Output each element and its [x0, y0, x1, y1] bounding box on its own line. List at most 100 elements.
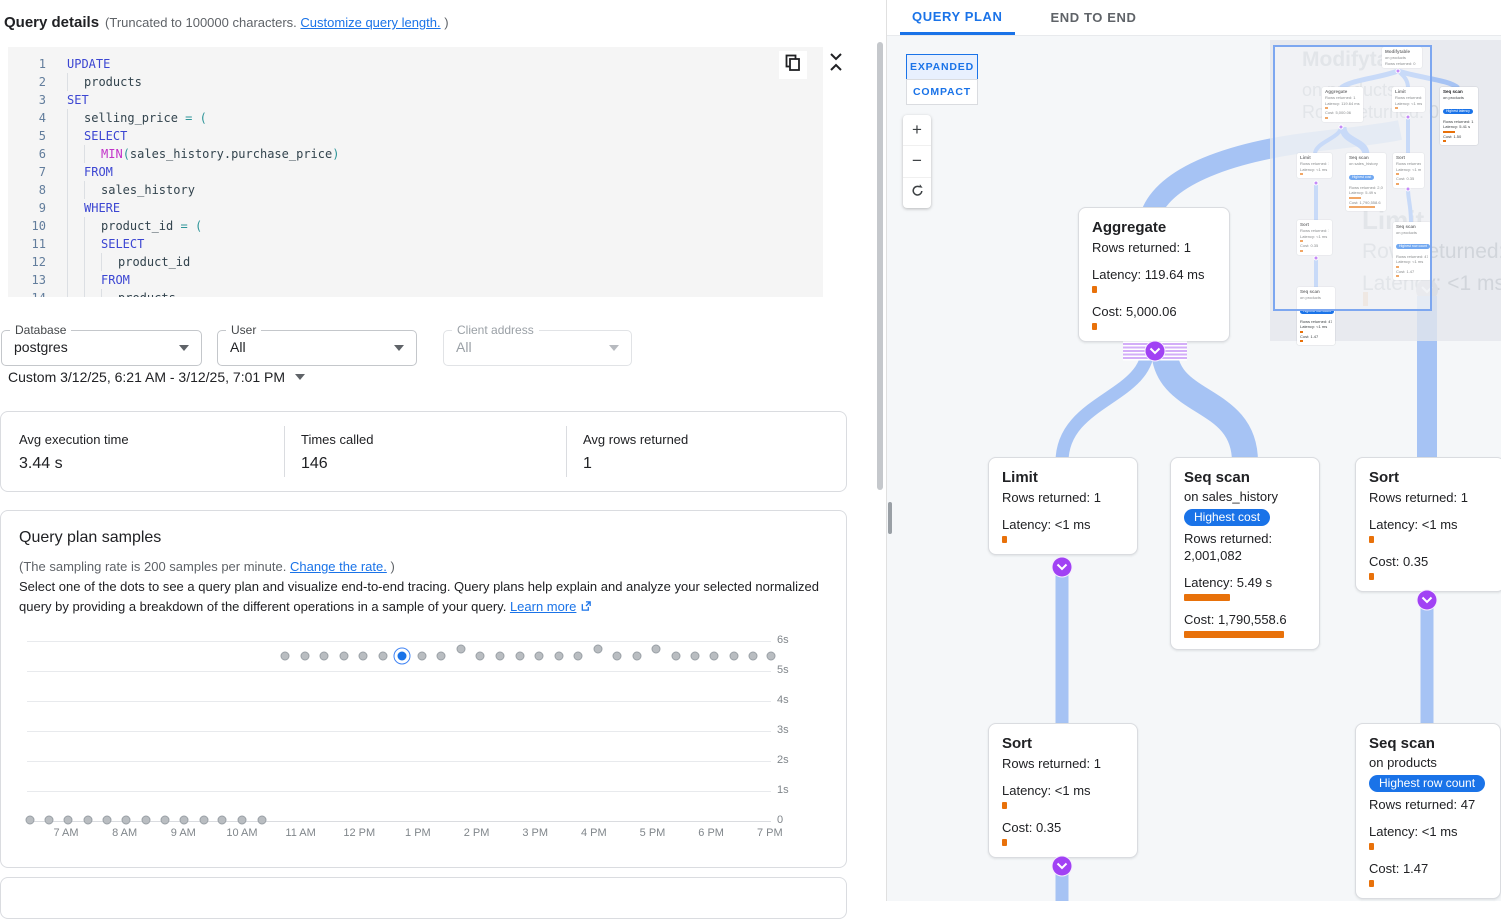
plan-minimap[interactable]: Modifytableon productsRows returned: 0Ag… — [1270, 40, 1501, 341]
right-panel-scrollbar[interactable] — [888, 502, 892, 534]
sql-code-line: 14products — [8, 289, 823, 297]
minimap-viewport[interactable] — [1273, 45, 1432, 311]
sql-code-text: selling_price = ( — [84, 109, 207, 127]
plan-node-seq-scan-products[interactable]: Seq scanon productsHighest row countRows… — [1355, 723, 1501, 899]
sample-dot[interactable] — [496, 652, 505, 661]
customize-query-length-link[interactable]: Customize query length. — [300, 15, 440, 30]
user-select-label: User — [226, 323, 261, 337]
sql-code-line: 8sales_history — [8, 181, 823, 199]
sql-code-text: WHERE — [84, 199, 120, 217]
sample-dot[interactable] — [671, 652, 680, 661]
sample-dot[interactable] — [339, 652, 348, 661]
sample-dot[interactable] — [63, 815, 72, 824]
sample-dot[interactable] — [632, 652, 641, 661]
compact-button[interactable]: COMPACT — [906, 79, 978, 105]
sample-dot[interactable] — [613, 652, 622, 661]
plan-node-metric: Latency: <1 ms — [1369, 517, 1491, 543]
database-select[interactable]: Database postgres — [1, 330, 202, 366]
sample-dot[interactable] — [690, 652, 699, 661]
sample-dot[interactable] — [437, 652, 446, 661]
sample-dot[interactable] — [280, 652, 289, 661]
user-select[interactable]: User All — [217, 330, 417, 366]
plan-node-seq-scan-sales-history[interactable]: Seq scanon sales_historyHighest costRows… — [1170, 457, 1320, 650]
sample-dot[interactable] — [180, 815, 189, 824]
sample-dot[interactable] — [476, 652, 485, 661]
tab-end-to-end[interactable]: END TO END — [1039, 0, 1149, 35]
time-range-picker[interactable]: Custom 3/12/25, 6:21 AM - 3/12/25, 7:01 … — [8, 369, 305, 385]
collapse-node-button[interactable] — [1145, 341, 1166, 362]
sample-dot[interactable] — [142, 815, 151, 824]
page-title: Query details — [4, 14, 99, 31]
sample-dot[interactable] — [710, 652, 719, 661]
metric-bar — [1184, 594, 1230, 601]
x-axis-label: 6 PM — [698, 827, 724, 839]
line-number: 6 — [8, 145, 46, 163]
sample-dot-selected[interactable] — [398, 652, 407, 661]
gridline — [27, 761, 771, 762]
collapse-node-button[interactable] — [1417, 590, 1438, 611]
metric-bar — [1184, 631, 1284, 638]
sample-dot[interactable] — [237, 815, 246, 824]
sample-dot[interactable] — [160, 815, 169, 824]
gridline — [27, 671, 771, 672]
divider — [566, 426, 567, 477]
zoom-in-button[interactable]: + — [903, 115, 931, 146]
sample-dot[interactable] — [515, 652, 524, 661]
plan-node-limit[interactable]: LimitRows returned: 1Latency: <1 ms — [988, 457, 1138, 555]
sample-dot[interactable] — [417, 652, 426, 661]
gridline — [27, 731, 771, 732]
collapse-node-button[interactable] — [1052, 856, 1073, 877]
sample-dot[interactable] — [456, 645, 465, 654]
sample-dot[interactable] — [554, 652, 563, 661]
sql-code-text: FROM — [84, 163, 113, 181]
sample-dot[interactable] — [766, 652, 775, 661]
plan-node-sort-top[interactable]: SortRows returned: 1Latency: <1 msCost: … — [1355, 457, 1501, 592]
sample-dot[interactable] — [84, 815, 93, 824]
sample-dot[interactable] — [257, 815, 266, 824]
plan-node-metric: Latency: 119.64 ms — [1092, 267, 1216, 293]
collapse-node-button[interactable] — [1052, 557, 1073, 578]
expanded-button[interactable]: EXPANDED — [906, 54, 978, 80]
sample-dot[interactable] — [300, 652, 309, 661]
sql-code-text: SELECT — [84, 127, 127, 145]
sample-dot[interactable] — [574, 652, 583, 661]
plan-node-rows: Rows returned: 47 — [1369, 796, 1487, 813]
zoom-controls: + − — [903, 115, 931, 208]
sample-dot[interactable] — [378, 652, 387, 661]
sample-dot[interactable] — [359, 652, 368, 661]
sample-dot[interactable] — [218, 815, 227, 824]
sample-dot[interactable] — [652, 645, 661, 654]
plan-node-metric: Cost: 0.35 — [1002, 820, 1124, 846]
plan-node-aggregate[interactable]: AggregateRows returned: 1Latency: 119.64… — [1078, 207, 1230, 342]
plan-node-title: Sort — [1002, 735, 1124, 752]
plan-node-rows: Rows returned: 2,001,082 — [1184, 530, 1306, 564]
sample-dot[interactable] — [320, 652, 329, 661]
zoom-out-button[interactable]: − — [903, 146, 931, 177]
sample-dot[interactable] — [121, 815, 130, 824]
time-range-text: Custom 3/12/25, 6:21 AM - 3/12/25, 7:01 … — [8, 369, 285, 385]
sample-dot[interactable] — [45, 815, 54, 824]
zoom-reset-button[interactable] — [903, 178, 931, 208]
sample-dot[interactable] — [103, 815, 112, 824]
left-panel-scrollbar[interactable] — [877, 42, 883, 490]
plan-node-badge: Highest row count — [1369, 775, 1485, 792]
client-address-select: Client address All — [443, 330, 632, 366]
sample-dot[interactable] — [25, 815, 34, 824]
line-number: 4 — [8, 109, 46, 127]
plan-node-sort-bottom[interactable]: SortRows returned: 1Latency: <1 msCost: … — [988, 723, 1138, 858]
sample-dot[interactable] — [535, 652, 544, 661]
sample-dot[interactable] — [199, 815, 208, 824]
x-axis-label: 2 PM — [464, 827, 490, 839]
sql-code-text: product_id = ( — [101, 217, 202, 235]
tab-query-plan[interactable]: QUERY PLAN — [900, 0, 1015, 35]
sample-dot[interactable] — [729, 652, 738, 661]
line-number: 13 — [8, 271, 46, 289]
sql-code-line: 13FROM — [8, 271, 823, 289]
metric-avg-rows-returned: Avg rows returned 1 — [583, 412, 833, 491]
collapse-query-button[interactable] — [826, 50, 846, 78]
sample-dot[interactable] — [593, 645, 602, 654]
divider — [284, 426, 285, 477]
metric-bar — [1002, 802, 1007, 809]
copy-query-button[interactable] — [779, 51, 807, 79]
sample-dot[interactable] — [749, 652, 758, 661]
